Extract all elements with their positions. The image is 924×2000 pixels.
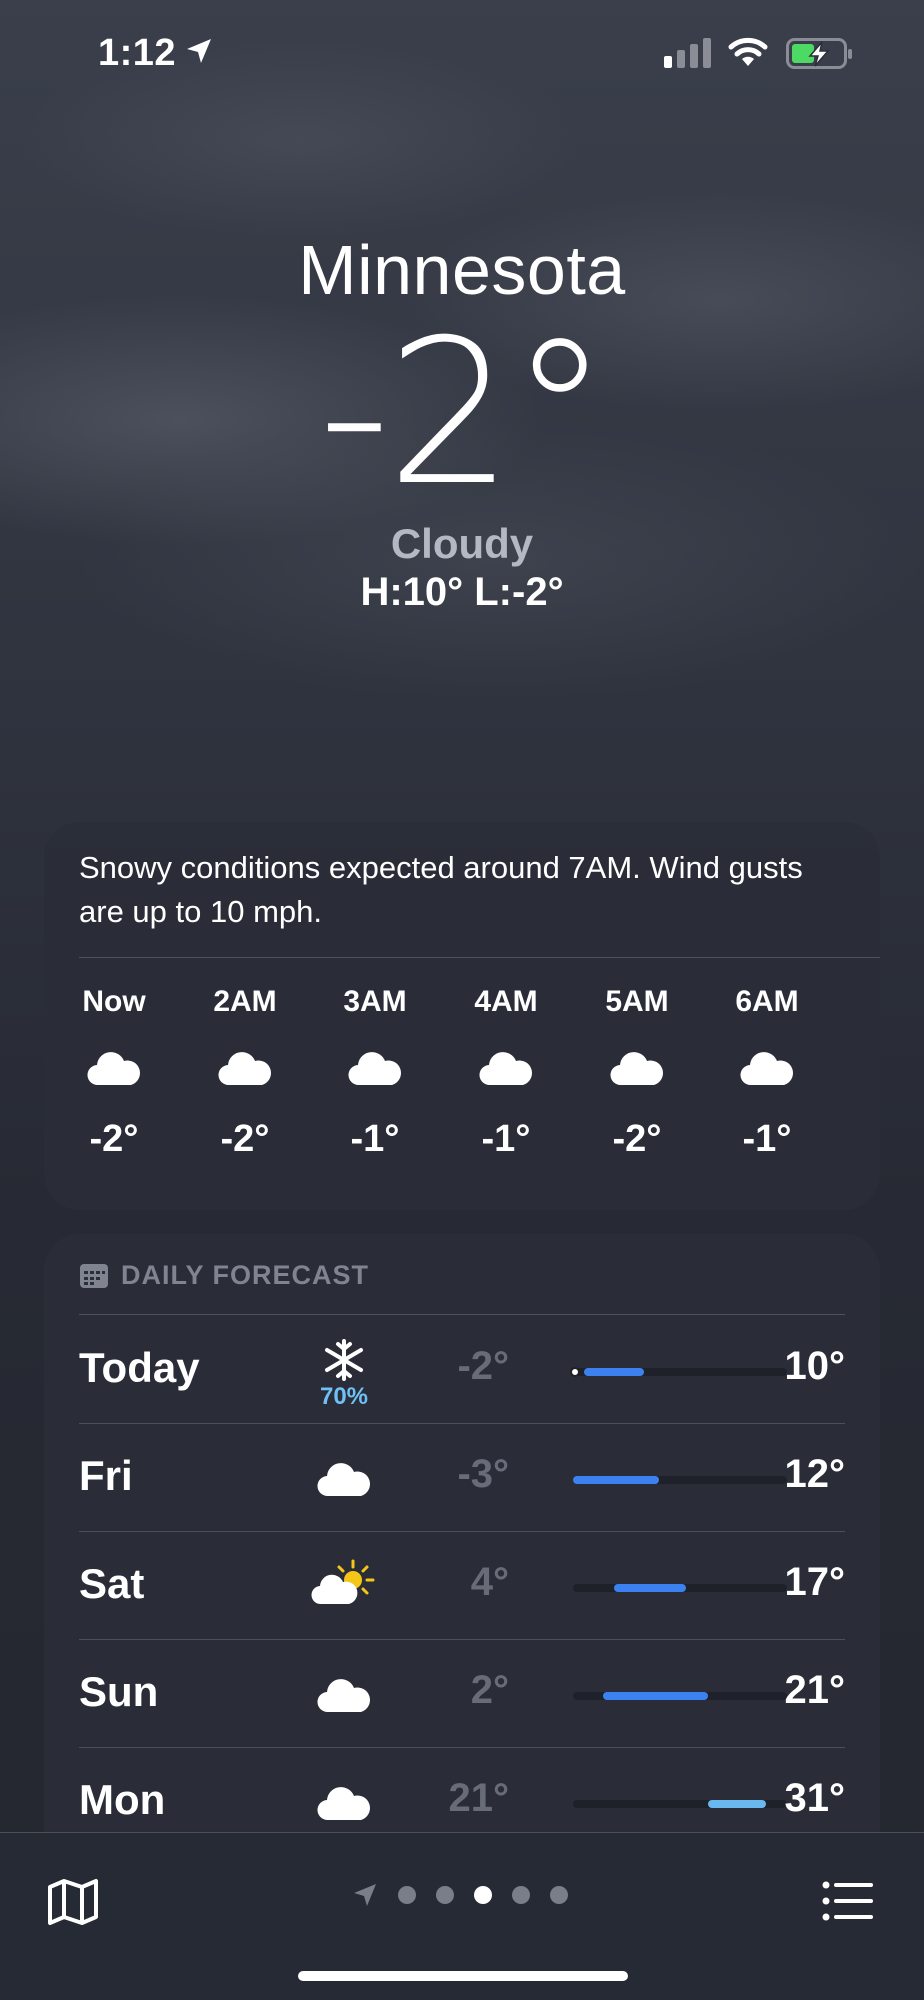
cloud-icon <box>610 1052 663 1086</box>
cloud-icon <box>479 1052 532 1086</box>
day-name: Today <box>79 1344 200 1391</box>
hour-label: 2AM <box>213 985 277 1018</box>
partly-sunny-icon <box>311 1559 375 1605</box>
temp-range-bar <box>573 1692 787 1700</box>
day-name: Sun <box>79 1668 159 1715</box>
cloud-icon <box>218 1052 271 1086</box>
forecast-summary: Snowy conditions expected around 7AM. Wi… <box>79 850 803 929</box>
hour-item: Now -2° <box>54 982 174 1161</box>
high-temp: 10° <box>784 1344 846 1388</box>
location-arrow-icon <box>354 1884 376 1906</box>
cloud-icon <box>317 1679 370 1713</box>
daily-title: DAILY FORECAST <box>121 1260 370 1290</box>
hour-label: 3AM <box>343 985 407 1018</box>
snowflake-icon <box>325 1339 363 1381</box>
hour-item: 3AM -1° <box>315 982 435 1161</box>
day-row[interactable]: Today 70% -2° 10° <box>79 1316 845 1424</box>
high-temp: 31° <box>784 1776 846 1820</box>
hourly-forecast-card[interactable]: Snowy conditions expected around 7AM. Wi… <box>44 822 880 1210</box>
hour-label: 7 <box>838 982 880 1022</box>
map-icon[interactable] <box>46 1877 100 1927</box>
temp-range-bar <box>573 1584 787 1592</box>
hour-temp: -2° <box>220 1118 270 1160</box>
cloud-icon <box>317 1463 370 1497</box>
hour-item: 2AM -2° <box>185 982 305 1161</box>
wifi-icon <box>728 37 768 66</box>
page-dot-active[interactable] <box>474 1886 492 1904</box>
page-dot[interactable] <box>550 1886 568 1904</box>
location-arrow-icon <box>187 39 211 63</box>
day-name: Sat <box>79 1560 145 1607</box>
high-temp: 21° <box>784 1668 846 1712</box>
low-temp: 4° <box>470 1560 509 1604</box>
status-time: 1:12 <box>98 32 177 74</box>
temp-range-bar <box>573 1800 787 1808</box>
day-name: Fri <box>79 1452 133 1499</box>
day-row[interactable]: Mon 21° 31° <box>79 1748 845 1834</box>
low-temp: 2° <box>470 1668 509 1712</box>
hour-label: 4AM <box>474 985 538 1018</box>
page-dot[interactable] <box>512 1886 530 1904</box>
low-temp: -2° <box>457 1344 509 1388</box>
hour-temp: -1° <box>481 1118 531 1160</box>
hour-label: 6AM <box>735 985 799 1018</box>
hour-temp: -1° <box>350 1118 400 1160</box>
hour-item: 6AM -1° <box>707 982 827 1161</box>
divider <box>79 1314 845 1315</box>
current-temp-marker <box>569 1367 580 1377</box>
hour-item: 4AM -1° <box>446 982 566 1161</box>
hour-item: 5AM -2° <box>577 982 697 1161</box>
page-indicator[interactable] <box>352 1877 568 1913</box>
day-row[interactable]: Sun 2° 21° <box>79 1640 845 1748</box>
hour-item: 7 6 ( <box>838 982 880 1161</box>
high-low-text: H:10° L:-2° <box>360 570 564 614</box>
cloud-icon <box>348 1052 401 1086</box>
hour-temp: -2° <box>89 1118 139 1160</box>
calendar-icon <box>80 1263 108 1288</box>
cloud-icon <box>87 1052 140 1086</box>
hour-temp: -2° <box>612 1118 662 1160</box>
temp-range-bar <box>569 1367 787 1377</box>
low-temp: 21° <box>448 1776 510 1820</box>
hour-temp: -1° <box>742 1118 792 1160</box>
hourly-scroll[interactable]: Now -2° 2AM -2° 3AM -1° 4AM -1° 5AM -2° … <box>44 982 880 1192</box>
divider <box>79 957 880 958</box>
high-temp: 12° <box>784 1452 846 1496</box>
daily-header: DAILY FORECAST <box>79 1260 369 1291</box>
cellular-signal-icon <box>664 38 711 68</box>
condition-text: Cloudy <box>390 520 534 567</box>
hour-label: 5AM <box>605 985 669 1018</box>
page-dot[interactable] <box>436 1886 454 1904</box>
hour-label: Now <box>82 985 146 1018</box>
current-temperature: -2° <box>318 297 609 530</box>
day-row[interactable]: Sat 4° 17° <box>79 1532 845 1640</box>
current-weather: Minnesota -2° Cloudy H:10° L:-2° <box>0 230 924 615</box>
battery-charging-icon <box>786 38 852 69</box>
page-dot[interactable] <box>398 1886 416 1904</box>
list-icon[interactable] <box>822 1881 874 1921</box>
home-indicator[interactable] <box>298 1971 628 1981</box>
cloud-icon <box>740 1052 793 1086</box>
hour-precip: 6 <box>838 1100 880 1126</box>
day-name: Mon <box>79 1776 166 1823</box>
temp-range-bar <box>573 1476 787 1484</box>
high-temp: 17° <box>784 1560 846 1604</box>
snowflake-icon <box>878 1049 880 1089</box>
daily-forecast-card[interactable]: DAILY FORECAST Today 70% -2° 10° Fri -3°… <box>44 1234 880 1834</box>
status-bar: 1:12 <box>0 0 924 110</box>
cloud-icon <box>317 1787 370 1821</box>
day-row[interactable]: Fri -3° 12° <box>79 1424 845 1532</box>
low-temp: -3° <box>457 1452 509 1496</box>
